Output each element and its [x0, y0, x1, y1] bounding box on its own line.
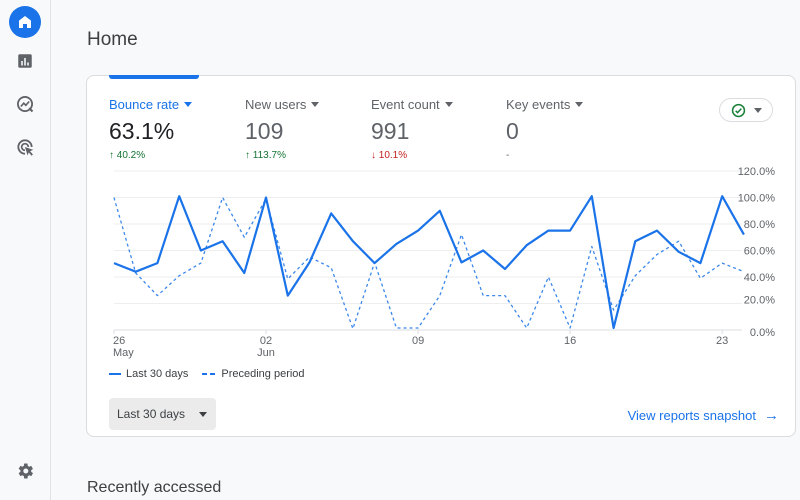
x-tick-label: 09: [412, 335, 424, 347]
arrow-down-icon: ↓: [371, 150, 376, 161]
metric-bounce-rate[interactable]: Bounce rate 63.1% ↑ 40.2%: [109, 97, 193, 161]
metric-label[interactable]: Bounce rate: [109, 97, 193, 112]
view-reports-snapshot-link[interactable]: View reports snapshot →: [628, 407, 779, 424]
y-tick-label: 0.0%: [750, 327, 775, 339]
target-cursor-icon: [17, 139, 34, 156]
x-tick-label: 26: [113, 335, 125, 347]
legend-swatch-dashed: [202, 373, 217, 375]
active-tab-indicator: [109, 75, 199, 79]
metric-label[interactable]: Event count: [371, 97, 453, 112]
metric-value: 991: [371, 118, 410, 144]
caret-down-icon: [753, 107, 762, 113]
y-tick-label: 120.0%: [738, 166, 776, 178]
metric-change: ↓ 10.1%: [371, 150, 408, 161]
x-tick-label: 02: [260, 335, 272, 347]
metric-event-count[interactable]: Event count 991 ↓ 10.1%: [371, 97, 453, 161]
explore-icon: [17, 96, 34, 113]
data-quality-status-button[interactable]: [719, 98, 773, 122]
metric-change: -: [506, 150, 510, 161]
x-tick-label: May: [113, 347, 134, 359]
sidebar: [0, 0, 51, 500]
x-tick-label: Jun: [257, 347, 275, 359]
metric-change: ↑ 113.7%: [245, 150, 286, 161]
caret-down-icon: [575, 102, 584, 107]
check-circle-icon: [731, 103, 745, 117]
home-icon: [19, 16, 31, 28]
x-tick-label: 16: [564, 335, 576, 347]
metric-label[interactable]: Key events: [506, 97, 584, 112]
series-line-preceding-period: [113, 196, 745, 330]
recently-accessed-heading: Recently accessed: [87, 479, 222, 496]
legend-item-current: Last 30 days: [109, 368, 188, 380]
bar-chart-icon: [18, 54, 32, 68]
nav-home[interactable]: [9, 6, 41, 38]
bounce-rate-chart: 120.0% 100.0% 80.0% 60.0% 40.0% 20.0% 0.0% 26Ma…: [113, 166, 776, 359]
date-range-dropdown[interactable]: Last 30 days: [109, 398, 216, 430]
legend-item-previous: Preceding period: [202, 368, 305, 380]
chart-legend: Last 30 days Preceding period: [109, 368, 305, 380]
x-tick-label: 23: [716, 335, 728, 347]
metric-value: 109: [245, 118, 284, 144]
main-content: Home Bounce rate 63.1% ↑ 40.2% New users…: [52, 0, 800, 500]
arrow-up-icon: ↑: [245, 150, 250, 161]
y-tick-label: 80.0%: [744, 219, 775, 231]
arrow-right-icon: →: [764, 407, 779, 424]
caret-down-icon: [184, 102, 193, 107]
metric-change: ↑ 40.2%: [109, 150, 146, 161]
y-tick-label: 20.0%: [744, 295, 775, 307]
caret-down-icon: [199, 411, 208, 417]
metric-new-users[interactable]: New users 109 ↑ 113.7%: [245, 97, 320, 161]
y-tick-label: 100.0%: [738, 193, 776, 205]
nav-explore[interactable]: [9, 88, 41, 120]
metric-value: 0: [506, 118, 519, 144]
metric-key-events[interactable]: Key events 0 -: [506, 97, 584, 161]
page-title: Home: [87, 29, 138, 50]
caret-down-icon: [311, 102, 320, 107]
metric-value: 63.1%: [109, 118, 175, 144]
metric-label[interactable]: New users: [245, 97, 320, 112]
y-tick-label: 60.0%: [744, 246, 775, 258]
overview-card: Bounce rate 63.1% ↑ 40.2% New users 109 …: [86, 75, 796, 437]
caret-down-icon: [444, 102, 453, 107]
y-tick-label: 40.0%: [744, 272, 775, 284]
nav-advertising[interactable]: [9, 131, 41, 163]
legend-swatch-solid: [109, 373, 121, 375]
nav-settings[interactable]: [9, 455, 41, 487]
nav-reports[interactable]: [9, 45, 41, 77]
arrow-up-icon: ↑: [109, 150, 114, 161]
gear-icon: [18, 463, 33, 479]
